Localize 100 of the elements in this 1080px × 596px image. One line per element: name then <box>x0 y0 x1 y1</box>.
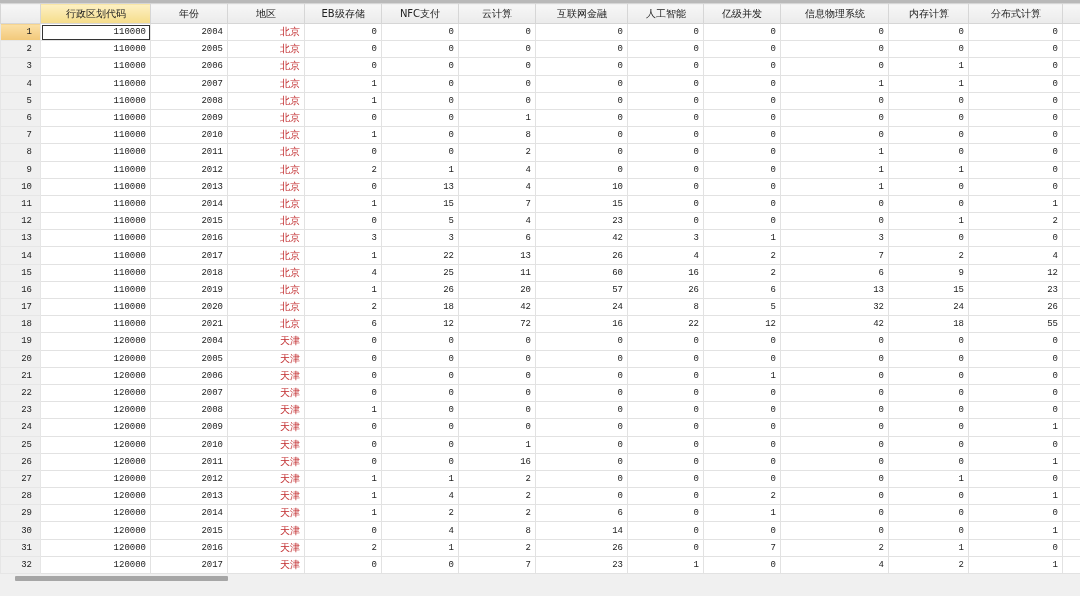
table-cell: 0 <box>968 75 1063 93</box>
table-cell: 26 <box>627 281 704 299</box>
table-cell: 0 <box>627 521 704 540</box>
table-cell: 2 <box>888 246 969 265</box>
table-cell: 0 <box>381 556 459 574</box>
table-cell: 0 <box>381 401 459 419</box>
column-header[interactable]: 亿级并发 <box>703 3 781 24</box>
table-cell: 0 <box>968 109 1063 127</box>
table-cell: 0 <box>304 109 382 127</box>
table-cell: 0 <box>627 212 704 230</box>
table-cell: 22 <box>627 315 704 333</box>
table-cell: 0 <box>703 75 781 93</box>
column-header[interactable]: 行政区划代码 <box>40 3 151 24</box>
table-cell: 天津 <box>227 350 305 368</box>
table-cell: 1 <box>780 75 889 93</box>
table-cell: 6 <box>535 504 628 522</box>
table-cell: 1 <box>304 92 382 110</box>
table-cell: 0 <box>627 109 704 127</box>
table-cell: 4 <box>381 487 459 505</box>
table-cell: 2019 <box>150 281 228 299</box>
table-cell: 1 <box>888 161 969 179</box>
table-cell: 2 <box>304 539 382 557</box>
table-cell: 110000 <box>40 195 151 213</box>
table-cell: 0 <box>968 470 1063 488</box>
scrollbar-thumb[interactable] <box>15 576 228 581</box>
table-cell: 0 <box>968 229 1063 247</box>
table-cell: 0 <box>780 40 889 58</box>
table-cell: 0 <box>627 195 704 213</box>
table-cell: 1 <box>968 521 1063 540</box>
table-cell: 0 <box>888 436 969 454</box>
column-header[interactable]: 人工智能 <box>627 3 704 24</box>
column-header[interactable]: NFC支付 <box>381 3 459 24</box>
table-cell: 15 <box>535 195 628 213</box>
table-cell: 0 <box>458 367 536 385</box>
table-cell: 4 <box>304 264 382 282</box>
table-cell: 0 <box>968 40 1063 58</box>
table-cell: 2 <box>304 161 382 179</box>
table-cell: 0 <box>780 350 889 368</box>
column-header[interactable]: 分布式计算 <box>968 3 1063 24</box>
table-cell: 0 <box>968 401 1063 419</box>
table-cell: 0 <box>458 92 536 110</box>
table-cell: 110000 <box>40 281 151 299</box>
table-cell: 2008 <box>150 92 228 110</box>
table-cell: 18 <box>888 315 969 333</box>
table-cell: 2 <box>703 487 781 505</box>
table-cell: 0 <box>888 367 969 385</box>
table-cell: 0 <box>888 92 969 110</box>
table-cell: 25 <box>381 264 459 282</box>
table-cell: 15 <box>888 281 969 299</box>
column-header[interactable]: EB级存储 <box>304 3 382 24</box>
column-header[interactable]: 信息物理系统 <box>780 3 889 24</box>
table-cell: 0 <box>304 436 382 454</box>
table-cell: 2 <box>458 504 536 522</box>
table-cell: 2010 <box>150 126 228 144</box>
table-cell: 0 <box>458 401 536 419</box>
table-cell: 0 <box>703 332 781 351</box>
table-cell: 0 <box>780 487 889 505</box>
table-cell: 0 <box>535 92 628 110</box>
table-cell: 0 <box>888 487 969 505</box>
table-cell: 北京 <box>227 195 305 213</box>
table-cell: 1 <box>458 109 536 127</box>
table-cell: 1 <box>968 418 1063 436</box>
table-cell: 0 <box>304 212 382 230</box>
table-cell: 110000 <box>40 161 151 179</box>
table-cell: 0 <box>780 195 889 213</box>
table-cell: 55 <box>968 315 1063 333</box>
table-cell: 120000 <box>40 350 151 368</box>
column-header[interactable]: 地区 <box>227 3 305 24</box>
table-cell: 20 <box>458 281 536 299</box>
table-cell: 0 <box>888 350 969 368</box>
table-cell: 0 <box>780 212 889 230</box>
table-cell: 0 <box>888 23 969 41</box>
table-cell: 0 <box>381 75 459 93</box>
table-cell: 0 <box>968 384 1063 402</box>
table-cell: 0 <box>703 350 781 368</box>
table-cell: 110000 <box>40 75 151 93</box>
table-cell: 110000 <box>40 92 151 110</box>
table-cell: 5 <box>703 298 781 316</box>
table-cell: 0 <box>703 126 781 144</box>
table-cell: 0 <box>304 350 382 368</box>
table-cell: 0 <box>304 418 382 436</box>
table-cell: 1 <box>304 75 382 93</box>
table-cell: 0 <box>627 539 704 557</box>
table-cell: 26 <box>381 281 459 299</box>
table-cell: 0 <box>535 109 628 127</box>
column-header[interactable]: 云计算 <box>458 3 536 24</box>
table-cell: 23 <box>535 212 628 230</box>
column-header[interactable]: 互联网金融 <box>535 3 628 24</box>
column-header[interactable]: 内存计算 <box>888 3 969 24</box>
table-cell: 2017 <box>150 556 228 574</box>
table-cell: 0 <box>888 384 969 402</box>
table-cell: 北京 <box>227 109 305 127</box>
table-cell: 72 <box>458 315 536 333</box>
column-header[interactable]: 年份 <box>150 3 228 24</box>
table-cell: 0 <box>627 350 704 368</box>
table-cell: 北京 <box>227 178 305 196</box>
table-cell: 0 <box>780 521 889 540</box>
table-cell: 0 <box>888 401 969 419</box>
table-cell: 5 <box>381 212 459 230</box>
table-cell: 0 <box>535 57 628 76</box>
